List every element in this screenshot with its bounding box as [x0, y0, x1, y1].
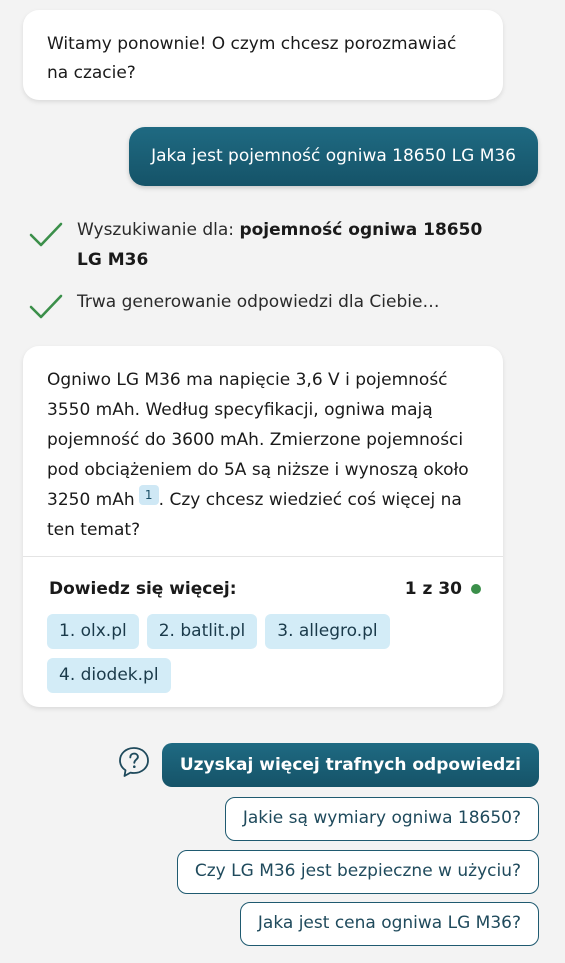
search-status-text: Wyszukiwanie dla: pojemność ogniwa 18650… — [77, 215, 507, 275]
chat-page: Witamy ponownie! O czym chcesz porozmawi… — [0, 0, 565, 963]
answer-body: Ogniwo LG M36 ma napięcie 3,6 V i pojemn… — [47, 370, 469, 510]
source-links: 1. olx.pl 2. batlit.pl 3. allegro.pl 4. … — [47, 614, 489, 702]
user-message: Jaka jest pojemność ogniwa 18650 LG M36 — [129, 127, 538, 186]
search-prefix: Wyszukiwanie dla: — [77, 220, 240, 240]
answer-card: Ogniwo LG M36 ma napięcie 3,6 V i pojemn… — [23, 346, 503, 707]
source-link[interactable]: 1. olx.pl — [47, 614, 139, 649]
checkmark-icon — [29, 294, 63, 319]
learn-more-header: Dowiedz się więcej: 1 z 30 — [49, 576, 481, 602]
source-counter: 1 z 30 — [405, 579, 481, 599]
divider — [23, 556, 503, 557]
status-dot-icon — [471, 584, 481, 594]
citation-badge[interactable]: 1 — [138, 485, 159, 505]
suggestion-button[interactable]: Jakie są wymiary ogniwa 18650? — [224, 797, 539, 841]
checkmark-icon — [29, 222, 63, 247]
more-answers-button[interactable]: Uzyskaj więcej trafnych odpowiedzi — [161, 743, 539, 787]
search-status: Wyszukiwanie dla: pojemność ogniwa 18650… — [28, 215, 507, 275]
answer-period: . — [158, 490, 165, 510]
generating-text: Trwa generowanie odpowiedzi dla Ciebie… — [77, 292, 440, 312]
question-icon[interactable] — [117, 745, 151, 779]
greeting-text: Witamy ponownie! O czym chcesz porozmawi… — [47, 34, 457, 83]
suggestion-button[interactable]: Jaka jest cena ogniwa LG M36? — [239, 902, 539, 946]
source-link[interactable]: 3. allegro.pl — [265, 614, 390, 649]
greeting-message: Witamy ponownie! O czym chcesz porozmawi… — [23, 10, 503, 100]
source-link[interactable]: 2. batlit.pl — [146, 614, 258, 649]
generating-status: Trwa generowanie odpowiedzi dla Ciebie… — [28, 287, 439, 321]
suggestion-button[interactable]: Czy LG M36 jest bezpieczne w użyciu? — [176, 850, 539, 894]
answer-text: Ogniwo LG M36 ma napięcie 3,6 V i pojemn… — [23, 346, 503, 545]
source-link[interactable]: 4. diodek.pl — [47, 658, 171, 693]
learn-more-label: Dowiedz się więcej: — [49, 579, 237, 599]
source-counter-text: 1 z 30 — [404, 579, 462, 599]
